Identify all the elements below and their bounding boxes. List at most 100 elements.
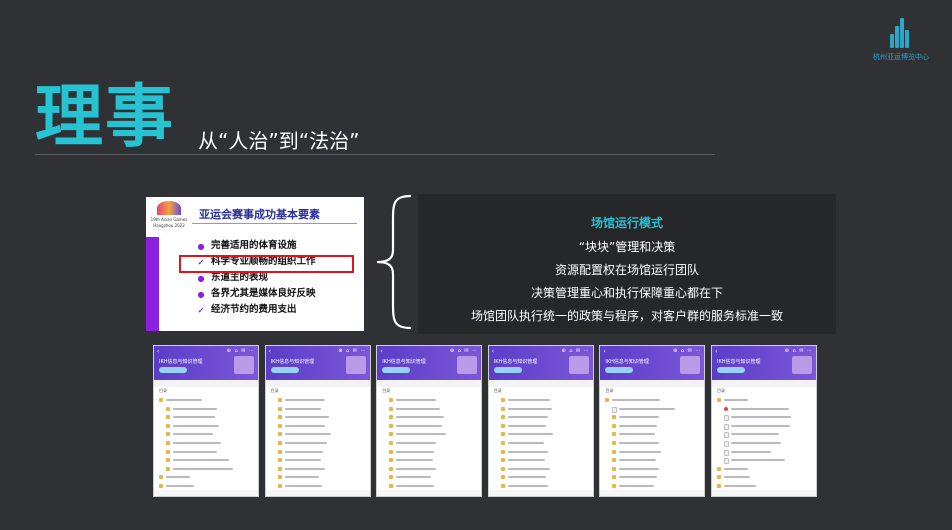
file-row[interactable] <box>489 448 593 457</box>
back-arrow-icon[interactable]: ‹ <box>157 348 159 355</box>
phone-search-bar[interactable] <box>265 380 370 387</box>
file-row[interactable] <box>377 422 481 431</box>
file-row[interactable] <box>154 405 258 414</box>
toolbar-icons[interactable]: ⊕ ⌂ ✉ ⋯ <box>561 348 589 354</box>
file-row[interactable] <box>377 448 481 457</box>
file-row[interactable] <box>600 448 704 457</box>
file-row-text <box>507 484 548 487</box>
toolbar-icons[interactable]: ⊕ ⌂ ✉ ⋯ <box>338 348 366 354</box>
file-row[interactable] <box>600 430 704 439</box>
toolbar-icons[interactable]: ⊕ ⌂ ✉ ⋯ <box>227 348 255 354</box>
file-row[interactable] <box>266 448 370 457</box>
file-row[interactable] <box>489 413 593 422</box>
file-row[interactable] <box>154 422 258 431</box>
phone-tag-pill[interactable] <box>270 367 299 373</box>
file-row[interactable] <box>600 422 704 431</box>
folder-icon <box>500 483 505 488</box>
card-item-list: ● 完善适用的体育设施 ✓ 科学专业顺畅的组织工作 ● 东道主的表现 ● 各界尤其是媒体… <box>196 238 316 318</box>
file-row[interactable] <box>600 413 704 422</box>
folder-icon <box>277 415 282 420</box>
file-row[interactable] <box>266 465 370 474</box>
file-row[interactable] <box>154 465 258 474</box>
file-row[interactable] <box>154 448 258 457</box>
file-row[interactable] <box>600 405 704 414</box>
folder-icon <box>389 398 394 402</box>
file-row[interactable] <box>712 473 816 482</box>
card-title: 亚运会赛事成功基本要素 <box>199 208 320 221</box>
file-row[interactable] <box>266 473 370 482</box>
file-row[interactable] <box>712 439 816 448</box>
file-row[interactable] <box>266 396 370 405</box>
file-row[interactable] <box>712 413 816 422</box>
file-row-text <box>724 467 748 470</box>
file-row[interactable] <box>154 430 258 439</box>
phone-search-bar[interactable] <box>488 380 593 387</box>
toolbar-icons[interactable]: ⊕ ⌂ ✉ ⋯ <box>450 348 478 354</box>
file-row[interactable] <box>154 396 258 405</box>
phone-tag-pill[interactable] <box>717 367 745 373</box>
folder-icon <box>389 475 394 480</box>
file-row[interactable] <box>266 439 370 448</box>
phone-tag-pill[interactable] <box>605 367 634 373</box>
phone-search-bar[interactable] <box>377 380 482 387</box>
file-row[interactable] <box>489 405 593 414</box>
file-row[interactable] <box>154 413 258 422</box>
file-row[interactable] <box>266 456 370 465</box>
back-arrow-icon[interactable]: ‹ <box>492 348 494 355</box>
phone-screenshot-strip: ‹ ⊕ ⌂ ✉ ⋯ IKH信息与知识管理 目录 ‹ ⊕ ⌂ ✉ ⋯ IKH信息与知识管理 目录… <box>153 345 817 497</box>
phone-search-bar[interactable] <box>600 380 705 387</box>
file-row[interactable] <box>377 430 481 439</box>
file-row[interactable] <box>266 430 370 439</box>
file-row[interactable] <box>377 465 481 474</box>
file-row[interactable] <box>489 439 593 448</box>
file-row[interactable] <box>489 465 593 474</box>
file-row-text <box>396 467 437 470</box>
phone-tag-pill[interactable] <box>159 367 187 373</box>
back-arrow-icon[interactable]: ‹ <box>269 348 271 355</box>
toolbar-icons[interactable]: ⊕ ⌂ ✉ ⋯ <box>673 348 701 354</box>
file-row[interactable] <box>712 456 816 465</box>
file-row[interactable] <box>154 439 258 448</box>
file-row-text <box>507 450 548 453</box>
phone-search-bar[interactable] <box>712 380 816 387</box>
file-row[interactable] <box>712 465 816 474</box>
file-row[interactable] <box>266 422 370 431</box>
file-row[interactable] <box>600 465 704 474</box>
file-row[interactable] <box>712 422 816 431</box>
file-row[interactable] <box>489 422 593 431</box>
file-row[interactable] <box>489 430 593 439</box>
file-row[interactable] <box>266 413 370 422</box>
file-row[interactable] <box>377 413 481 422</box>
back-arrow-icon[interactable]: ‹ <box>715 348 717 355</box>
folder-icon <box>277 440 282 445</box>
file-row[interactable] <box>712 448 816 457</box>
phone-tag-pill[interactable] <box>493 367 522 373</box>
file-row[interactable] <box>600 473 704 482</box>
file-row[interactable] <box>712 405 816 414</box>
phone-tag-pill[interactable] <box>382 367 411 373</box>
file-row[interactable] <box>154 473 258 482</box>
file-row[interactable] <box>377 456 481 465</box>
file-row[interactable] <box>377 473 481 482</box>
file-row[interactable] <box>266 405 370 414</box>
file-row[interactable] <box>600 439 704 448</box>
toolbar-icons[interactable]: ⊕ ⌂ ✉ ⋯ <box>785 348 813 354</box>
file-row[interactable] <box>377 396 481 405</box>
phone-footer <box>712 490 816 496</box>
back-arrow-icon[interactable]: ‹ <box>603 348 605 355</box>
file-row[interactable] <box>489 396 593 405</box>
file-row[interactable] <box>489 473 593 482</box>
file-row[interactable] <box>377 405 481 414</box>
file-row[interactable] <box>600 396 704 405</box>
panel-heading: 场馆运行模式 <box>590 216 663 230</box>
file-row[interactable] <box>377 439 481 448</box>
file-row-text <box>507 467 550 470</box>
file-row[interactable] <box>600 456 704 465</box>
phone-search-bar[interactable] <box>154 380 258 387</box>
file-row[interactable] <box>712 396 816 405</box>
file-row-text <box>284 476 319 479</box>
file-row[interactable] <box>154 456 258 465</box>
file-row[interactable] <box>712 430 816 439</box>
back-arrow-icon[interactable]: ‹ <box>380 348 382 355</box>
file-row[interactable] <box>489 456 593 465</box>
